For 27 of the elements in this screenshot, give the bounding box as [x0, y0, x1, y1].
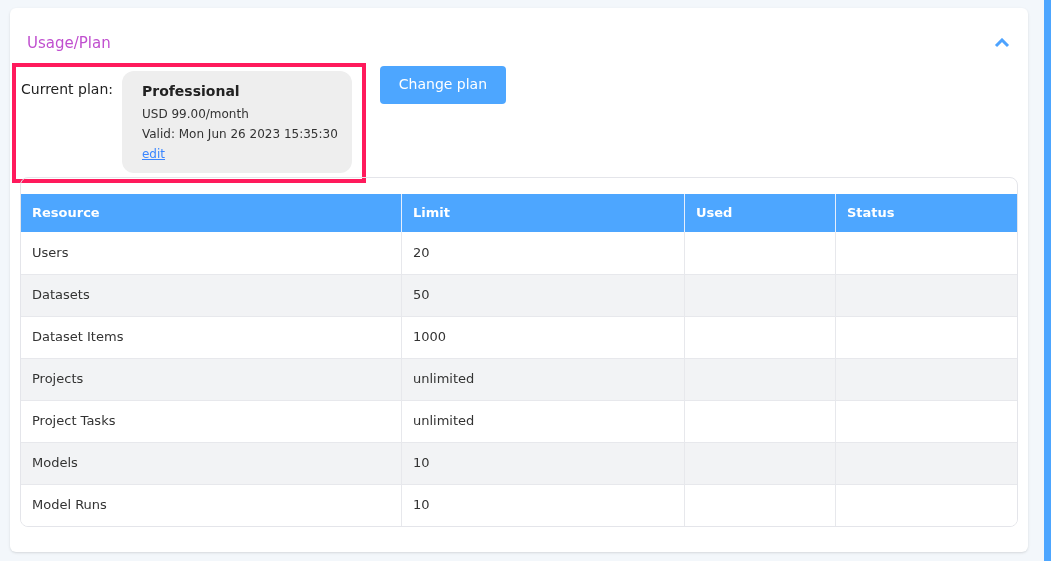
- plan-price: USD 99.00/month: [142, 105, 250, 123]
- table-cell: 10: [401, 484, 684, 526]
- edit-link[interactable]: edit: [142, 144, 166, 163]
- change-plan-button[interactable]: Change plan: [379, 65, 507, 104]
- table-cell: unlimited: [401, 400, 684, 442]
- table-cell: 50: [401, 274, 684, 316]
- table-cell-text: Model Runs: [31, 496, 108, 515]
- chevron-icon: [994, 38, 1010, 49]
- column-header: Used: [684, 193, 835, 232]
- section-title: Usage/Plan: [27, 33, 111, 54]
- current-plan-label: Current plan:: [21, 79, 113, 99]
- plan-name: Professional: [142, 81, 241, 101]
- table-cell: unlimited: [401, 358, 684, 400]
- table-cell-text: Projects: [31, 370, 85, 389]
- table-cell: 20: [401, 231, 684, 274]
- table-cell: 1000: [401, 316, 684, 358]
- scrollbar[interactable]: [1044, 0, 1051, 561]
- plan-validity: Valid: Mon Jun 26 2023 15:35:30: [142, 125, 338, 143]
- table-cell-text: Models: [31, 454, 79, 473]
- column-header: Status: [835, 193, 1017, 232]
- table-cell-text: Project Tasks: [31, 412, 117, 431]
- table-cell-text: Datasets: [31, 286, 91, 305]
- table-cell: 10: [401, 442, 684, 484]
- column-header: Limit: [401, 193, 684, 232]
- table-cell-text: Users: [31, 243, 70, 262]
- table-cell-text: Dataset Items: [31, 328, 125, 347]
- column-header: Resource: [31, 203, 101, 222]
